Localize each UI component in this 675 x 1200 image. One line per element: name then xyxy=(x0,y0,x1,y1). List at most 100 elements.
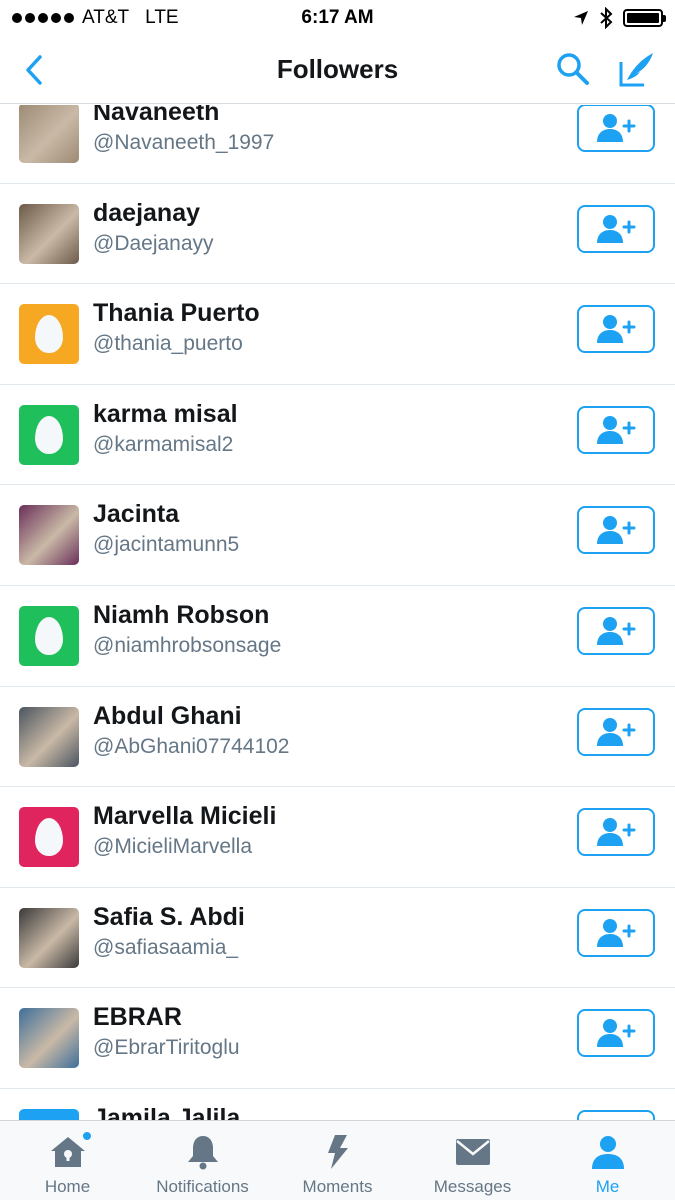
tab-label-home: Home xyxy=(44,1177,91,1196)
follower-row[interactable]: daejanay @Daejanayy xyxy=(0,184,675,285)
search-button[interactable] xyxy=(553,48,593,90)
search-icon xyxy=(557,53,589,85)
tab-me[interactable]: Me xyxy=(540,1121,675,1200)
add-user-icon xyxy=(597,315,636,344)
egg-icon xyxy=(35,616,63,655)
add-user-icon xyxy=(597,616,636,645)
page-title: Followers xyxy=(276,54,399,84)
follower-name[interactable]: karma misal xyxy=(93,400,238,429)
avatar[interactable] xyxy=(19,706,79,767)
follower-handle: @niamhrobsonsage xyxy=(93,633,282,657)
add-user-icon xyxy=(597,114,636,142)
follow-button[interactable] xyxy=(577,908,655,957)
follow-button[interactable] xyxy=(577,606,655,655)
add-user-icon xyxy=(597,918,636,947)
add-user-icon xyxy=(597,1019,636,1048)
followers-list-inner: Navaneeth @Navaneeth_1997 daejanay @Daejana… xyxy=(0,105,675,1120)
follower-row[interactable]: Safia S. Abdi @safiasaamia_ xyxy=(0,888,675,989)
add-user-icon xyxy=(597,516,636,545)
follow-button[interactable] xyxy=(577,506,655,555)
follower-handle: @jacintamunn5 xyxy=(93,533,240,557)
follower-name[interactable]: Navaneeth xyxy=(93,105,219,127)
follow-button[interactable] xyxy=(577,1009,655,1058)
avatar[interactable] xyxy=(19,105,79,163)
back-button[interactable] xyxy=(14,50,54,90)
tab-moments[interactable]: Moments xyxy=(270,1121,405,1200)
follower-row[interactable]: Niamh Robson @niamhrobsonsage xyxy=(0,586,675,687)
tab-label-me: Me xyxy=(595,1177,620,1196)
default-egg-avatar[interactable] xyxy=(19,605,79,666)
follower-name[interactable]: Thania Puerto xyxy=(93,299,260,328)
add-user-icon xyxy=(597,717,636,746)
nav-actions xyxy=(553,48,657,90)
envelope-icon xyxy=(455,1139,490,1165)
follower-name[interactable]: Jacinta xyxy=(93,500,179,529)
tab-label-moments: Moments xyxy=(302,1177,373,1196)
follower-name[interactable]: EBRAR xyxy=(93,1003,182,1032)
follower-row[interactable]: Marvella Micieli @MicieliMarvella xyxy=(0,787,675,888)
home-icon xyxy=(50,1137,85,1167)
follower-row[interactable]: Abdul Ghani @AbGhani07744102 xyxy=(0,687,675,788)
follower-name[interactable]: Safia S. Abdi xyxy=(93,903,245,932)
default-egg-avatar[interactable] xyxy=(19,404,79,465)
egg-icon xyxy=(35,818,63,857)
status-right xyxy=(573,7,666,29)
compose-quill-icon xyxy=(619,53,653,87)
follower-handle: @EbrarTiritoglu xyxy=(93,1036,240,1060)
network-label: LTE xyxy=(145,7,179,28)
avatar[interactable] xyxy=(19,203,79,264)
followers-list[interactable]: Navaneeth @Navaneeth_1997 daejanay @Daejana… xyxy=(0,105,675,1120)
follow-button[interactable] xyxy=(577,204,655,253)
tab-label-notifications: Notifications xyxy=(156,1177,249,1196)
avatar[interactable] xyxy=(19,505,79,566)
unread-indicator-dot xyxy=(82,1131,92,1141)
follower-row[interactable]: Navaneeth @Navaneeth_1997 xyxy=(0,105,675,184)
tab-bar: Home Notifications Moments Messages Me xyxy=(0,1120,675,1200)
follower-name[interactable]: Abdul Ghani xyxy=(93,702,242,731)
follower-name[interactable]: Jamila Jalila xyxy=(93,1104,240,1120)
chevron-left-icon xyxy=(26,55,42,85)
follow-button[interactable] xyxy=(577,305,655,354)
follow-button[interactable] xyxy=(577,707,655,756)
default-egg-avatar[interactable] xyxy=(19,1108,79,1120)
follower-name[interactable]: Niamh Robson xyxy=(93,601,269,630)
tab-notifications[interactable]: Notifications xyxy=(135,1121,270,1200)
follower-row[interactable]: karma misal @karmamisal2 xyxy=(0,385,675,486)
follower-row[interactable]: Thania Puerto @thania_puerto xyxy=(0,284,675,385)
tab-label-messages: Messages xyxy=(433,1177,512,1196)
follower-handle: @Daejanayy xyxy=(93,231,214,255)
follow-button[interactable] xyxy=(577,1109,655,1120)
location-arrow-icon xyxy=(574,11,588,25)
carrier-label: AT&T xyxy=(82,7,130,28)
lightning-icon xyxy=(327,1135,348,1169)
follow-button[interactable] xyxy=(577,405,655,454)
egg-icon xyxy=(35,415,63,454)
follower-handle: @AbGhani07744102 xyxy=(93,734,290,758)
tab-home[interactable]: Home xyxy=(0,1121,135,1200)
bell-icon xyxy=(187,1136,218,1170)
follow-button[interactable] xyxy=(577,105,655,152)
follower-handle: @safiasaamia_ xyxy=(93,935,239,959)
follower-name[interactable]: daejanay xyxy=(93,199,200,228)
status-bar: AT&T LTE 6:17 AM xyxy=(0,0,675,36)
avatar[interactable] xyxy=(19,907,79,968)
follower-handle: @thania_puerto xyxy=(93,332,243,356)
follower-row[interactable]: EBRAR @EbrarTiritoglu xyxy=(0,988,675,1089)
follow-button[interactable] xyxy=(577,808,655,857)
avatar[interactable] xyxy=(19,1008,79,1069)
status-left: AT&T LTE xyxy=(12,7,179,29)
add-user-icon xyxy=(597,818,636,847)
follower-name[interactable]: Marvella Micieli xyxy=(93,802,276,831)
tab-messages[interactable]: Messages xyxy=(405,1121,540,1200)
follower-row[interactable]: Jacinta @jacintamunn5 xyxy=(0,485,675,586)
navigation-bar: Followers xyxy=(0,36,675,104)
follower-row[interactable]: Jamila Jalila xyxy=(0,1089,675,1120)
default-egg-avatar[interactable] xyxy=(19,807,79,868)
compose-tweet-button[interactable] xyxy=(617,48,657,90)
bluetooth-icon xyxy=(600,7,613,29)
battery-icon xyxy=(623,9,666,27)
signal-strength-icon xyxy=(12,13,74,23)
default-egg-avatar[interactable] xyxy=(19,304,79,365)
add-user-icon xyxy=(597,214,636,243)
egg-icon xyxy=(35,315,63,354)
